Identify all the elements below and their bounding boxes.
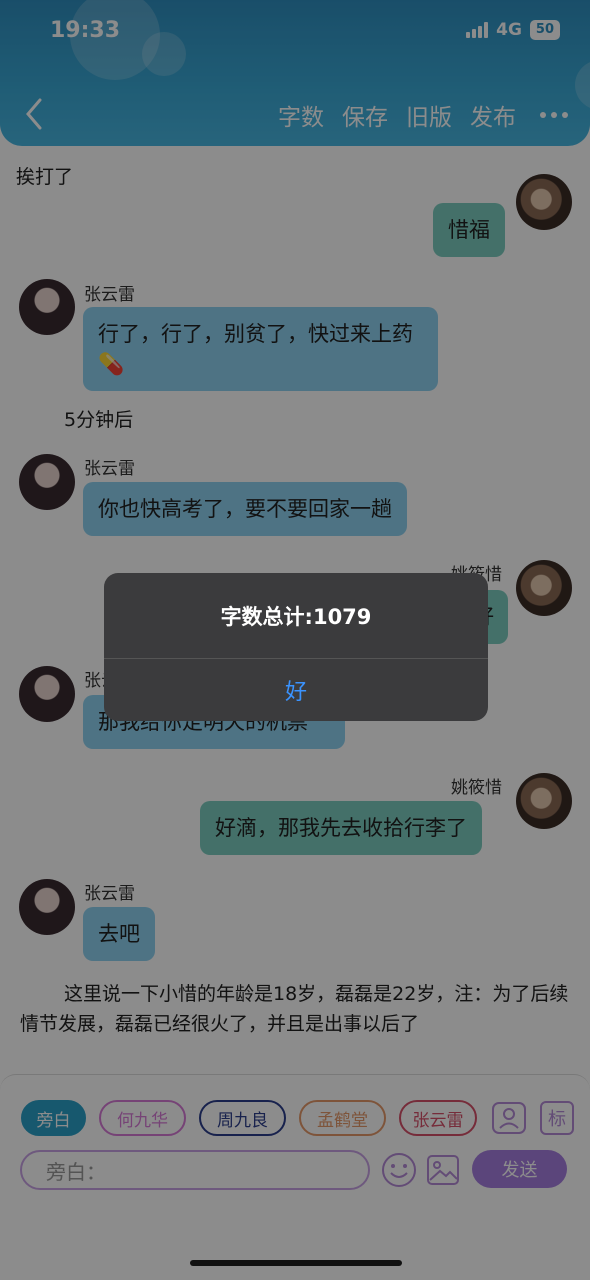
- ok-button[interactable]: 好: [104, 659, 488, 721]
- word-count-dialog: 字数总计:1079 好: [104, 573, 488, 721]
- home-indicator: [190, 1260, 402, 1266]
- dialog-title: 字数总计:1079: [220, 604, 372, 629]
